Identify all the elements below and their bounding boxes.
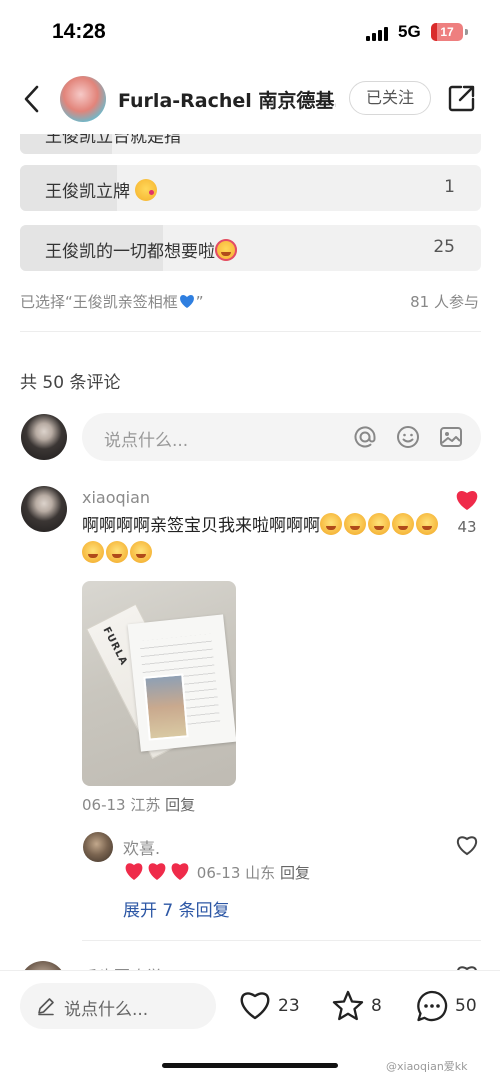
poll-option-text: 王俊凯立牌 bbox=[45, 182, 130, 202]
watermark: @xiaoqian爱kk bbox=[386, 1060, 468, 1073]
laughing-emoji-icon bbox=[368, 513, 390, 535]
laughing-emoji-icon bbox=[344, 513, 366, 535]
share-button[interactable] bbox=[448, 84, 476, 112]
page-title[interactable]: Furla-Rachel 南京德基… bbox=[118, 86, 336, 113]
reply-reply-button[interactable]: 回复 bbox=[280, 864, 310, 882]
comment-input[interactable]: 说点什么... bbox=[82, 413, 481, 461]
reply-avatar[interactable] bbox=[83, 832, 113, 862]
collect-button[interactable]: 8 bbox=[331, 989, 383, 1025]
share-icon bbox=[448, 85, 475, 112]
back-button[interactable] bbox=[18, 82, 48, 116]
author-avatar[interactable] bbox=[60, 76, 106, 122]
photo-card bbox=[143, 673, 189, 741]
comment-meta: 06-13 江苏 回复 bbox=[82, 794, 195, 815]
home-indicator[interactable] bbox=[162, 1063, 338, 1068]
poll-option-label: 王俊凯立牌 bbox=[45, 177, 159, 202]
battery-icon: 17 bbox=[431, 23, 463, 41]
laughing-emoji-icon bbox=[82, 541, 104, 563]
collect-count: 8 bbox=[371, 996, 382, 1016]
comment-date: 06-13 bbox=[82, 796, 126, 814]
heart-icon bbox=[240, 992, 270, 1020]
comment-text-body: 啊啊啊啊亲签宝贝我来啦啊啊啊 bbox=[82, 516, 320, 536]
poll-option-count: 25 bbox=[433, 237, 455, 257]
laughing-emoji-icon bbox=[416, 513, 438, 535]
poll-option-label: 王俊凯的一切都想要啦 bbox=[45, 237, 239, 262]
laughing-emoji-icon bbox=[106, 541, 128, 563]
comment-like-count: 43 bbox=[457, 518, 477, 536]
divider bbox=[20, 331, 481, 332]
chevron-left-icon bbox=[24, 85, 39, 113]
comment-input-placeholder: 说点什么... bbox=[104, 431, 189, 451]
bottom-comment-input[interactable]: 说点什么... bbox=[20, 983, 216, 1029]
reply-username[interactable]: 欢喜. bbox=[123, 835, 160, 859]
emoji-icon[interactable] bbox=[396, 425, 420, 449]
heart-filled-icon bbox=[456, 491, 478, 510]
party-emoji-icon bbox=[215, 239, 237, 261]
expand-replies-link[interactable]: 展开 7 条回复 bbox=[123, 896, 230, 921]
comment-text: 啊啊啊啊亲签宝贝我来啦啊啊啊 bbox=[82, 512, 442, 568]
pencil-icon bbox=[38, 998, 54, 1016]
comment-location: 江苏 bbox=[130, 796, 161, 814]
poll-selected-text: 已选择“王俊凯亲签相框 ” bbox=[20, 291, 204, 312]
commenter-avatar[interactable] bbox=[21, 486, 67, 532]
battery-level: 17 bbox=[440, 25, 454, 39]
laughing-emoji-icon bbox=[392, 513, 414, 535]
blue-heart-icon bbox=[179, 295, 194, 308]
red-heart-icon bbox=[171, 863, 189, 880]
poll-participants: 81 人参与 bbox=[410, 293, 479, 311]
like-count: 23 bbox=[278, 996, 300, 1016]
comment-button[interactable]: 50 bbox=[415, 989, 479, 1025]
poll-selected-label: 已选择“王俊凯亲签相框 bbox=[20, 293, 178, 311]
poll-option[interactable]: 王俊凯立牌 1 bbox=[20, 165, 481, 211]
reply-date: 06-13 bbox=[196, 864, 241, 882]
comment-reply-button[interactable]: 回复 bbox=[165, 796, 195, 814]
poll-option-count: 1 bbox=[444, 177, 455, 197]
red-heart-icon bbox=[125, 863, 143, 880]
reply-location: 山东 bbox=[245, 864, 276, 882]
poll-selected-close: ” bbox=[195, 293, 204, 311]
laughing-emoji-icon bbox=[130, 541, 152, 563]
mention-icon[interactable] bbox=[353, 425, 377, 449]
red-heart-icon bbox=[148, 863, 166, 880]
battery-tip bbox=[465, 29, 468, 35]
comment-photo[interactable]: FURLA bbox=[82, 581, 236, 786]
network-type: 5G bbox=[398, 22, 421, 41]
commenter-name[interactable]: xiaoqian bbox=[82, 488, 150, 507]
poll-option-label: 王俊凯立台就是指 bbox=[45, 134, 181, 147]
poll-option-partial[interactable]: 王俊凯立台就是指 bbox=[20, 134, 481, 154]
status-bar: 14:28 5G 17 bbox=[0, 0, 500, 66]
kiss-emoji-icon bbox=[135, 179, 158, 201]
comments-count: 共 50 条评论 bbox=[20, 373, 121, 393]
comment-bubble-icon bbox=[417, 990, 448, 1022]
star-icon bbox=[332, 990, 364, 1021]
image-icon[interactable] bbox=[439, 425, 463, 449]
laughing-emoji-icon bbox=[320, 513, 342, 535]
signal-icon bbox=[366, 25, 390, 41]
comment-like-button[interactable]: 43 bbox=[452, 488, 482, 536]
poll-option[interactable]: 王俊凯的一切都想要啦 25 bbox=[20, 225, 481, 271]
reply-meta: 06-13 山东 回复 bbox=[123, 861, 310, 883]
poll-option-text: 王俊凯的一切都想要啦 bbox=[45, 242, 215, 262]
comment-total-count: 50 bbox=[455, 996, 477, 1016]
current-user-avatar bbox=[21, 414, 67, 460]
like-button[interactable]: 23 bbox=[238, 989, 300, 1025]
status-time: 14:28 bbox=[52, 20, 106, 43]
bottom-input-placeholder: 说点什么... bbox=[64, 1000, 149, 1020]
comment-divider bbox=[82, 940, 481, 941]
top-header: Furla-Rachel 南京德基… 已关注 bbox=[0, 70, 500, 130]
follow-button[interactable]: 已关注 bbox=[349, 81, 431, 115]
reply-like-button[interactable] bbox=[455, 834, 479, 856]
